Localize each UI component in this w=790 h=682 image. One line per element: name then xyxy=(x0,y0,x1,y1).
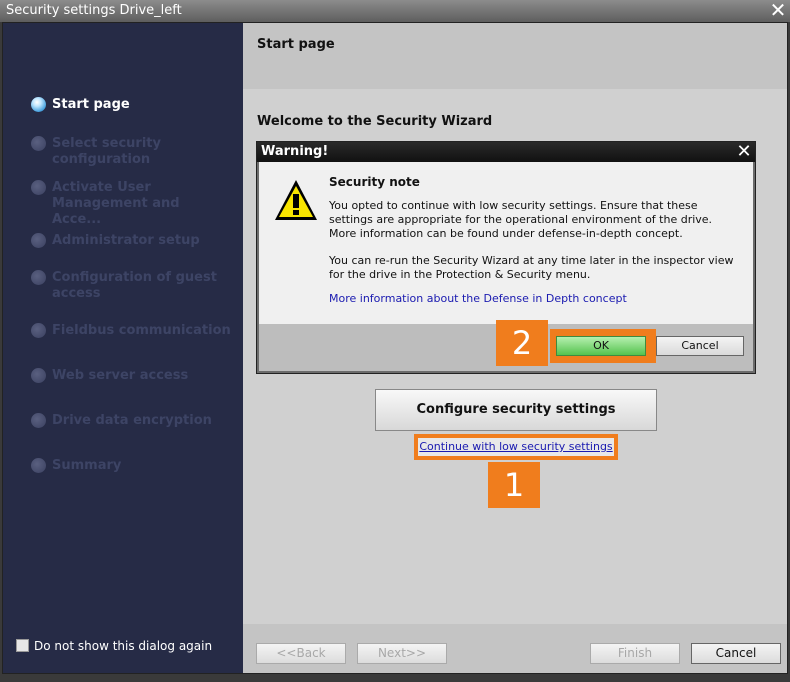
ok-highlight: OK xyxy=(550,329,656,363)
step-label: Fieldbus communication xyxy=(52,323,231,338)
step-label: Activate User Management and Acce... xyxy=(52,180,180,227)
note-line: You opted to continue with low security … xyxy=(329,199,698,212)
step-label: Drive data encryption xyxy=(52,413,212,428)
note-paragraph-1: You opted to continue with low security … xyxy=(329,199,739,241)
step-label: Web server access xyxy=(52,368,189,383)
step-label: Configuration of guest access xyxy=(52,270,217,301)
note-line: More information can be found under defe… xyxy=(329,227,683,240)
ok-button[interactable]: OK xyxy=(556,336,646,356)
step-bullet-icon xyxy=(31,233,46,248)
window-title: Security settings Drive_left xyxy=(6,3,182,18)
step-bullet-icon xyxy=(31,458,46,473)
close-icon[interactable]: ✕ xyxy=(735,142,753,162)
step-label: Start page xyxy=(52,97,130,112)
step-label: Summary xyxy=(52,458,122,473)
dialog-title: Warning! xyxy=(261,144,329,159)
step-bullet-icon xyxy=(31,97,46,112)
wizard-sidebar: Start page Select security configuration… xyxy=(3,23,243,673)
security-note-title: Security note xyxy=(329,175,420,189)
note-paragraph-2: You can re-run the Security Wizard at an… xyxy=(329,254,739,282)
step-bullet-icon xyxy=(31,323,46,338)
step-bullet-icon xyxy=(31,413,46,428)
cancel-button[interactable]: Cancel xyxy=(691,643,781,664)
dialog-body: Security note You opted to continue with… xyxy=(259,162,753,324)
step-bullet-icon xyxy=(31,368,46,383)
defense-in-depth-link[interactable]: More information about the Defense in De… xyxy=(329,292,627,305)
configure-security-button[interactable]: Configure security settings xyxy=(375,389,657,431)
welcome-heading: Welcome to the Security Wizard xyxy=(257,114,493,129)
step-bullet-icon xyxy=(31,180,46,195)
step-bullet-icon xyxy=(31,136,46,151)
finish-button[interactable]: Finish xyxy=(590,643,680,664)
title-bar: Security settings Drive_left ✕ xyxy=(0,0,790,22)
step-bullet-icon xyxy=(31,270,46,285)
note-line: settings are appropriate for the operati… xyxy=(329,213,713,226)
note-line: You can re-run the Security Wizard at an… xyxy=(329,254,734,267)
close-icon[interactable]: ✕ xyxy=(768,0,788,21)
back-button[interactable]: <<Back xyxy=(256,643,346,664)
dont-show-label: Do not show this dialog again xyxy=(34,639,213,653)
page-title: Start page xyxy=(257,37,335,52)
dont-show-checkbox[interactable] xyxy=(16,639,29,652)
dialog-cancel-button[interactable]: Cancel xyxy=(656,336,744,356)
badge-2: 2 xyxy=(496,320,548,366)
note-line: for the drive in the Protection & Securi… xyxy=(329,268,591,281)
dialog-title-bar: Warning! ✕ xyxy=(257,142,755,162)
continue-low-security-link[interactable]: Continue with low security settings xyxy=(414,434,618,460)
next-button[interactable]: Next>> xyxy=(357,643,447,664)
step-label: Administrator setup xyxy=(52,233,200,248)
step-label: Select security configuration xyxy=(52,136,161,167)
warning-icon xyxy=(275,180,317,220)
main-header: Start page xyxy=(243,23,787,89)
badge-1: 1 xyxy=(488,462,540,508)
security-settings-window: Security settings Drive_left ✕ Start pag… xyxy=(0,0,790,682)
wizard-footer: <<Back Next>> Finish Cancel xyxy=(243,624,787,673)
dont-show-again-option[interactable]: Do not show this dialog again xyxy=(16,639,212,653)
